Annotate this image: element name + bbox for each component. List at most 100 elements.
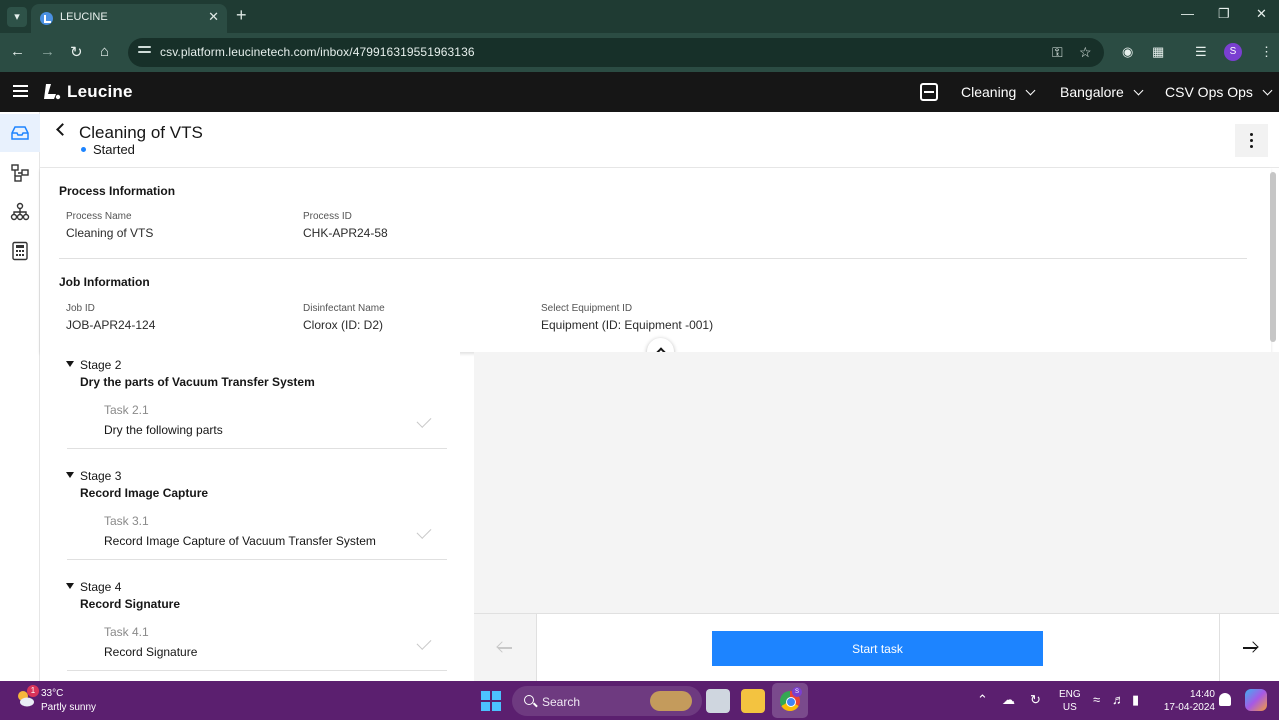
forward-arrow-icon[interactable]: → xyxy=(40,43,55,60)
disinfectant-name-label: Disinfectant Name xyxy=(303,303,385,314)
user-menu[interactable]: CSV Ops Ops xyxy=(1165,84,1273,100)
weather-condition[interactable]: Partly sunny xyxy=(41,702,96,713)
tray-overflow-chevron-icon[interactable]: ⌃ xyxy=(977,692,988,708)
wifi-icon[interactable]: ≈ xyxy=(1093,692,1100,707)
job-id-value: JOB-APR24-124 xyxy=(66,318,156,332)
use-case-selector[interactable]: Cleaning xyxy=(961,84,1036,100)
next-task-button[interactable] xyxy=(1219,614,1279,681)
nav-ontology[interactable] xyxy=(0,192,40,230)
task-check-icon xyxy=(416,524,432,539)
browser-tab-title: LEUCINE xyxy=(60,11,108,23)
back-arrow-icon[interactable]: ← xyxy=(10,43,25,60)
onedrive-cloud-icon[interactable]: ☁ xyxy=(1002,692,1015,708)
system-clock[interactable]: 14:40 17-04-2024 xyxy=(1159,688,1215,714)
caret-down-icon[interactable] xyxy=(66,472,74,478)
task-view-icon[interactable] xyxy=(706,689,730,713)
job-info-heading: Job Information xyxy=(59,275,150,289)
windows-start-icon[interactable] xyxy=(481,691,501,711)
address-bar-url[interactable]: csv.platform.leucinetech.com/inbox/47991… xyxy=(160,45,475,59)
nav-reports[interactable] xyxy=(0,231,40,269)
tab-search-button[interactable]: ▾ xyxy=(7,7,27,27)
task-number[interactable]: Task 4.1 xyxy=(104,625,149,639)
task-name[interactable]: Record Signature xyxy=(104,645,197,659)
task-name[interactable]: Dry the following parts xyxy=(104,423,223,437)
process-id-value: CHK-APR24-58 xyxy=(303,226,388,240)
process-name-label: Process Name xyxy=(66,211,132,222)
leucine-favicon-icon xyxy=(40,12,53,25)
more-options-button[interactable] xyxy=(1235,124,1268,157)
copilot-icon[interactable] xyxy=(1245,689,1267,711)
chevron-down-icon xyxy=(1262,85,1273,96)
nav-inbox[interactable] xyxy=(0,114,40,152)
battery-icon[interactable]: ▮ xyxy=(1132,692,1139,708)
nav-jobs[interactable] xyxy=(0,153,40,191)
equipment-id-value: Equipment (ID: Equipment -001) xyxy=(541,318,714,332)
caret-down-icon[interactable] xyxy=(66,583,74,589)
process-name-value: Cleaning of VTS xyxy=(66,226,154,240)
section-divider xyxy=(59,258,1247,259)
site-settings-icon[interactable] xyxy=(138,46,151,58)
volume-icon[interactable]: ♬ xyxy=(1112,692,1125,707)
caret-down-icon[interactable] xyxy=(66,361,74,367)
disinfectant-name-value: Clorox (ID: D2) xyxy=(303,318,384,332)
status-dot-icon xyxy=(81,147,86,152)
taskbar-search[interactable]: Search xyxy=(512,686,702,716)
task-content-area xyxy=(474,352,1279,613)
start-task-button[interactable]: Start task xyxy=(712,631,1043,666)
browser-tab-leucine[interactable]: LEUCINE ✕ xyxy=(31,4,227,33)
job-header: Cleaning of VTS Started xyxy=(40,112,1279,168)
stage-number: Stage 3 xyxy=(80,469,122,483)
back-chevron-icon[interactable] xyxy=(56,123,69,136)
home-icon[interactable]: ⌂ xyxy=(100,43,109,60)
lang-top: ENG xyxy=(1059,689,1081,700)
media-controls-icon[interactable]: ☰ xyxy=(1195,44,1207,60)
new-tab-icon[interactable]: + xyxy=(236,5,247,26)
weather-badge: 1 xyxy=(27,685,39,697)
hamburger-menu-icon[interactable] xyxy=(13,85,28,97)
stage-name[interactable]: Record Image Capture xyxy=(80,486,208,500)
file-explorer-icon[interactable] xyxy=(741,689,765,713)
profile-avatar[interactable]: S xyxy=(1224,43,1242,61)
camera-extension-icon[interactable]: ◉ xyxy=(1122,44,1133,60)
dot xyxy=(1250,139,1253,142)
task-separator xyxy=(67,559,447,560)
use-case-label: Cleaning xyxy=(961,84,1017,100)
info-panel-scrollbar[interactable] xyxy=(1270,172,1276,342)
task-footer: Start task xyxy=(474,613,1279,681)
stage-item: Stage 4 Record Signature Task 4.1 Record… xyxy=(40,574,460,681)
minimize-window-icon[interactable]: — xyxy=(1181,6,1194,21)
facility-selector[interactable]: Bangalore xyxy=(1060,84,1144,100)
task-number[interactable]: Task 2.1 xyxy=(104,403,149,417)
equipment-id-label: Select Equipment ID xyxy=(541,303,633,314)
close-window-icon[interactable]: ✕ xyxy=(1256,6,1267,22)
search-highlight-icon xyxy=(650,691,692,711)
task-check-icon xyxy=(416,635,432,650)
hierarchy-icon xyxy=(10,202,30,221)
stage-name[interactable]: Record Signature xyxy=(80,597,180,611)
previous-task-button[interactable] xyxy=(474,614,537,681)
browser-menu-icon[interactable]: ⋮ xyxy=(1260,44,1273,60)
workflow-icon xyxy=(11,164,29,182)
address-bar[interactable]: csv.platform.leucinetech.com/inbox/47991… xyxy=(128,38,1104,67)
calculator-icon xyxy=(12,241,28,261)
stage-number: Stage 4 xyxy=(80,580,122,594)
sync-icon[interactable]: ↻ xyxy=(1030,692,1041,708)
arrow-right-icon xyxy=(1243,647,1257,649)
input-language[interactable]: ENG US xyxy=(1059,688,1081,714)
reload-icon[interactable]: ↻ xyxy=(70,43,83,61)
scan-qr-icon[interactable] xyxy=(920,83,938,101)
stage-item: Stage 3 Record Image Capture Task 3.1 Re… xyxy=(40,463,460,575)
stage-name[interactable]: Dry the parts of Vacuum Transfer System xyxy=(80,375,315,389)
extensions-puzzle-icon[interactable]: ▦ xyxy=(1152,44,1164,60)
user-name: CSV Ops Ops xyxy=(1165,84,1253,100)
notification-bell-icon[interactable] xyxy=(1219,693,1231,706)
task-name[interactable]: Record Image Capture of Vacuum Transfer … xyxy=(104,534,376,548)
restore-window-icon[interactable]: ❐ xyxy=(1218,6,1230,22)
bookmark-star-icon[interactable]: ☆ xyxy=(1079,44,1092,61)
close-tab-icon[interactable]: ✕ xyxy=(208,9,219,25)
temperature[interactable]: 33°C xyxy=(41,688,63,699)
task-separator xyxy=(67,670,447,671)
task-number[interactable]: Task 3.1 xyxy=(104,514,149,528)
leucine-logo-icon xyxy=(44,84,61,100)
password-key-icon[interactable]: ⚿ xyxy=(1052,44,1063,61)
